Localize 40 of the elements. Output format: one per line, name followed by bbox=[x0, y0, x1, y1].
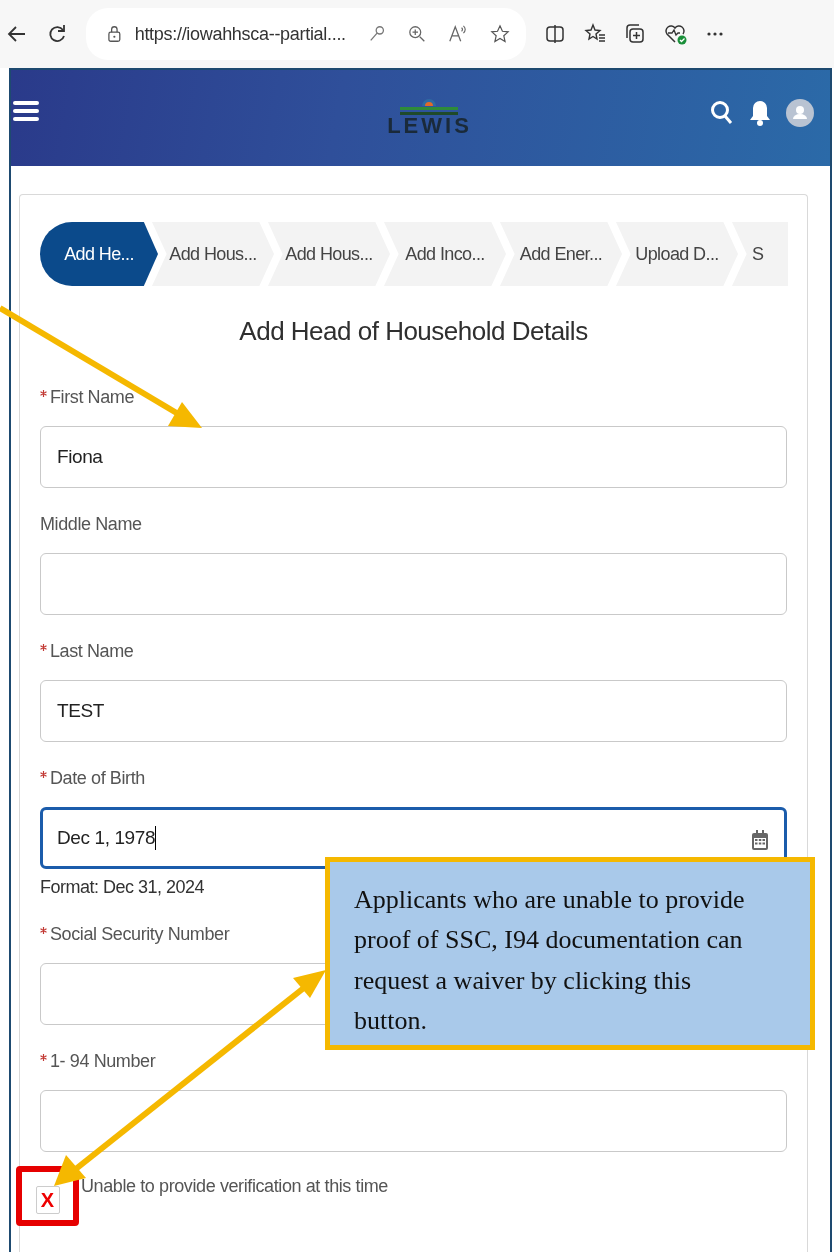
field-label: Date of Birth bbox=[50, 768, 145, 789]
input-field[interactable] bbox=[40, 1090, 787, 1152]
step-tab[interactable]: Add Inco... bbox=[384, 222, 506, 286]
collections-icon[interactable] bbox=[624, 23, 646, 45]
health-icon[interactable] bbox=[664, 22, 688, 46]
step-tab[interactable]: Add He... bbox=[40, 222, 158, 286]
lock-icon bbox=[108, 25, 121, 43]
menu-icon[interactable] bbox=[13, 99, 39, 123]
search-icon[interactable] bbox=[710, 100, 734, 126]
logo-icon bbox=[400, 99, 459, 115]
step-tab[interactable]: Add Hous... bbox=[268, 222, 390, 286]
field-label: Social Security Number bbox=[50, 924, 230, 945]
bell-icon[interactable] bbox=[748, 99, 772, 127]
read-aloud-icon[interactable] bbox=[448, 24, 469, 44]
field-label: Last Name bbox=[50, 641, 134, 662]
input-field[interactable]: Fiona bbox=[40, 426, 787, 488]
favorites-icon[interactable] bbox=[584, 23, 606, 45]
step-tab[interactable]: Upload D... bbox=[616, 222, 738, 286]
zoom-in-icon[interactable] bbox=[407, 24, 427, 44]
split-screen-icon[interactable] bbox=[544, 23, 566, 45]
x-mark: X bbox=[35, 1186, 60, 1214]
form-title: Add Head of Household Details bbox=[238, 316, 589, 347]
input-field[interactable]: TEST bbox=[40, 680, 787, 742]
field-label: Middle Name bbox=[40, 514, 142, 535]
field-label: 1- 94 Number bbox=[50, 1051, 156, 1072]
address-bar[interactable]: https://iowahhsca--partial.... bbox=[86, 8, 526, 60]
step-tab[interactable]: S bbox=[732, 222, 788, 286]
input-field[interactable] bbox=[40, 553, 787, 615]
more-icon[interactable] bbox=[706, 31, 724, 37]
field-label: First Name bbox=[50, 387, 134, 408]
logo-text: LEWIS bbox=[387, 115, 472, 137]
avatar-icon[interactable] bbox=[786, 99, 814, 127]
star-icon[interactable] bbox=[490, 23, 510, 45]
format-hint: Format: Dec 31, 2024 bbox=[40, 877, 206, 898]
url-text: https://iowahhsca--partial.... bbox=[134, 23, 346, 45]
step-tab[interactable]: Add Ener... bbox=[500, 222, 622, 286]
callout-tooltip: Applicants who are unable to provide proof of SSC, I94 documentation can request a waiver by clicking this button. bbox=[325, 857, 815, 1050]
checkbox-label: Unable to provide verification at this time bbox=[79, 1176, 388, 1197]
calendar-icon[interactable] bbox=[752, 830, 768, 850]
step-tab[interactable]: Add Hous... bbox=[152, 222, 274, 286]
